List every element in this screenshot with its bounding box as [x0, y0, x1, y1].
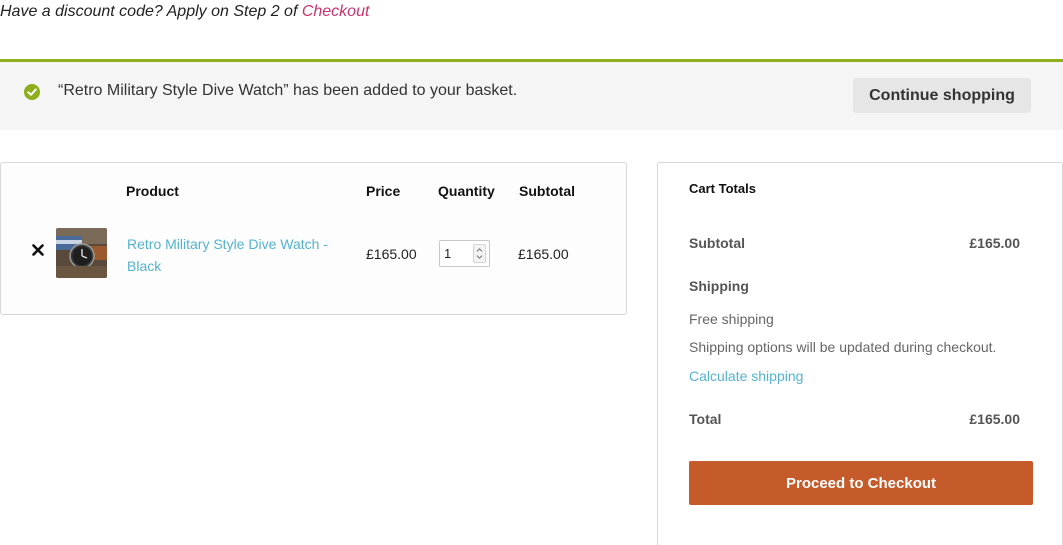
product-thumbnail-image[interactable]: [56, 228, 107, 278]
cart-totals: Cart Totals Subtotal £165.00 Shipping Fr…: [657, 162, 1063, 545]
shipping-label: Shipping: [689, 278, 749, 294]
added-to-basket-message: “Retro Military Style Dive Watch” has be…: [0, 59, 1063, 130]
subtotal-label: Subtotal: [689, 235, 745, 251]
product-name-link[interactable]: Retro Military Style Dive Watch - Black: [127, 233, 347, 277]
cart-totals-title: Cart Totals: [689, 181, 756, 196]
header-product: Product: [126, 183, 179, 199]
spinner-arrows-icon[interactable]: [473, 244, 486, 263]
cart-page: Have a discount code? Apply on Step 2 of…: [0, 0, 1063, 545]
shipping-method: Free shipping: [689, 311, 774, 327]
calculate-shipping-link[interactable]: Calculate shipping: [689, 368, 803, 384]
discount-notice: Have a discount code? Apply on Step 2 of…: [0, 3, 369, 21]
header-price: Price: [366, 183, 401, 199]
cart-table: Product Price Quantity Subtotal Retro Mi…: [0, 162, 627, 315]
proceed-to-checkout-button[interactable]: Proceed to Checkout: [689, 461, 1033, 505]
remove-icon[interactable]: [31, 243, 45, 257]
item-subtotal: £165.00: [518, 246, 569, 262]
checkout-link[interactable]: Checkout: [302, 3, 370, 20]
quantity-value[interactable]: 1: [444, 246, 451, 261]
message-text: “Retro Military Style Dive Watch” has be…: [58, 82, 518, 99]
shipping-note: Shipping options will be updated during …: [689, 339, 997, 355]
quantity-stepper[interactable]: 1: [439, 240, 490, 267]
total-value: £165.00: [969, 411, 1020, 427]
subtotal-value: £165.00: [969, 235, 1020, 251]
discount-text: Have a discount code? Apply on Step 2 of: [0, 3, 302, 20]
check-circle-icon: [24, 84, 40, 100]
item-price: £165.00: [366, 246, 417, 262]
total-label: Total: [689, 411, 722, 427]
header-quantity: Quantity: [438, 183, 495, 199]
header-subtotal: Subtotal: [519, 183, 575, 199]
continue-shopping-button[interactable]: Continue shopping: [853, 78, 1031, 113]
